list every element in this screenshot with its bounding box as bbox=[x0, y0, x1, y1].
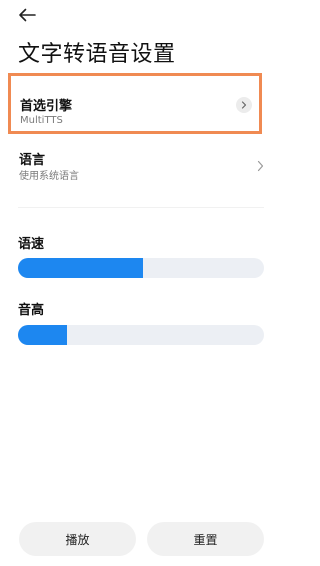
chevron-right-icon bbox=[236, 97, 252, 113]
preferred-engine-value: MultiTTS bbox=[20, 115, 63, 126]
preferred-engine-label: 首选引擎 bbox=[20, 99, 73, 114]
speech-rate-slider[interactable] bbox=[18, 258, 264, 278]
speech-rate-slider-fill bbox=[18, 258, 144, 278]
back-button[interactable] bbox=[10, 3, 44, 27]
pitch-slider[interactable] bbox=[18, 325, 264, 345]
reset-button[interactable]: 重置 bbox=[147, 522, 264, 556]
language-value: 使用系统语言 bbox=[19, 171, 79, 182]
pitch-label: 音高 bbox=[18, 303, 45, 318]
chevron-right-icon bbox=[257, 157, 264, 176]
language-label: 语言 bbox=[19, 153, 46, 168]
section-divider bbox=[18, 207, 264, 208]
language-row[interactable]: 语言 使用系统语言 bbox=[8, 142, 266, 188]
pitch-slider-fill bbox=[18, 325, 68, 345]
speech-rate-label: 语速 bbox=[18, 237, 45, 252]
arrow-left-icon bbox=[18, 8, 36, 22]
page-title: 文字转语音设置 bbox=[18, 42, 176, 67]
preferred-engine-row[interactable]: 首选引擎 MultiTTS bbox=[8, 73, 262, 134]
play-button[interactable]: 播放 bbox=[19, 522, 136, 556]
